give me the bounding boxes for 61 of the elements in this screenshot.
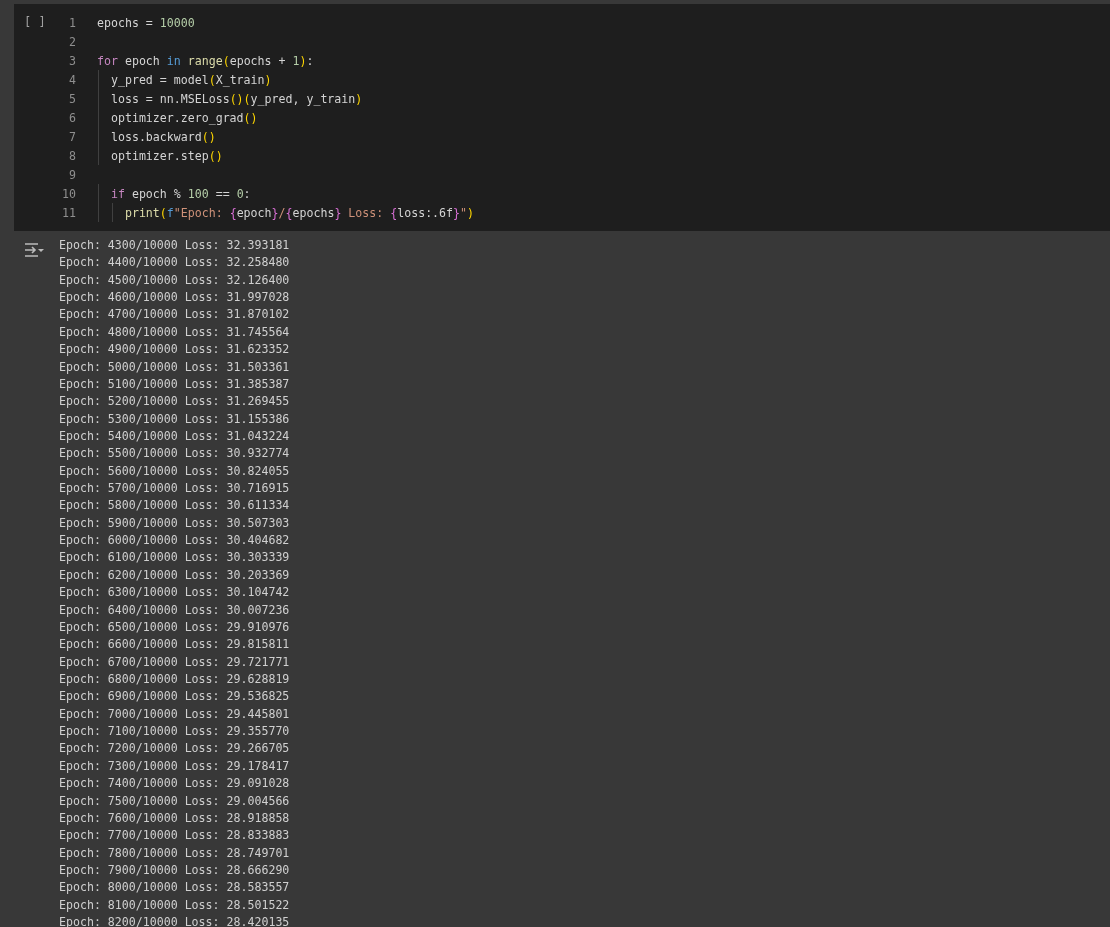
code-line: if epoch % 100 == 0: [109, 186, 251, 201]
output-line: Epoch: 5600/10000 Loss: 30.824055 [59, 462, 290, 480]
code-line: print(f"Epoch: {epoch}/{epochs} Loss: {loss:.6f}") [123, 205, 474, 220]
code-line: epochs = 10000 [97, 15, 195, 30]
line-number: 3 [68, 53, 76, 68]
output-line: Epoch: 7100/10000 Loss: 29.355770 [59, 723, 290, 741]
output-line: Epoch: 6800/10000 Loss: 29.628819 [59, 671, 290, 688]
line-number: 4 [68, 72, 76, 87]
output-line: Epoch: 8000/10000 Loss: 28.583557 [59, 879, 290, 897]
output-line: Epoch: 4800/10000 Loss: 31.745564 [59, 323, 290, 341]
code-line: for epoch in range(epochs + 1): [97, 53, 314, 68]
output-line: Epoch: 8100/10000 Loss: 28.501522 [59, 896, 290, 914]
line-number: 6 [68, 110, 76, 125]
output-line: Epoch: 5100/10000 Loss: 31.385387 [59, 375, 290, 393]
code-line: optimizer.step() [109, 148, 223, 163]
code-line: loss.backward() [109, 129, 216, 144]
output-line: Epoch: 7600/10000 Loss: 28.918858 [59, 809, 290, 827]
line-number: 7 [68, 129, 76, 144]
output-line: Epoch: 7900/10000 Loss: 28.666290 [59, 861, 290, 879]
output-line: Epoch: 4300/10000 Loss: 32.393181 [59, 237, 290, 254]
code-line: optimizer.zero_grad() [109, 110, 258, 125]
output-line: Epoch: 5400/10000 Loss: 31.043224 [59, 427, 290, 445]
code-line: loss = nn.MSELoss()(y_pred, y_train) [109, 91, 363, 106]
line-number: 9 [68, 167, 76, 182]
output-line: Epoch: 5300/10000 Loss: 31.155386 [59, 410, 290, 428]
output-line: Epoch: 6300/10000 Loss: 30.104742 [59, 584, 290, 602]
output-line: Epoch: 7700/10000 Loss: 28.833883 [59, 827, 290, 845]
line-number: 8 [68, 148, 76, 163]
output-line: Epoch: 7800/10000 Loss: 28.749701 [59, 844, 290, 862]
output-line: Epoch: 4500/10000 Loss: 32.126400 [59, 271, 290, 289]
output-line: Epoch: 7500/10000 Loss: 29.004566 [59, 792, 290, 810]
line-number: 2 [68, 34, 76, 49]
output-line: Epoch: 6200/10000 Loss: 30.203369 [59, 566, 290, 584]
output-line: Epoch: 6900/10000 Loss: 29.536825 [59, 688, 290, 706]
output-line: Epoch: 6400/10000 Loss: 30.007236 [59, 601, 290, 619]
output-line: Epoch: 6000/10000 Loss: 30.404682 [59, 532, 290, 550]
line-number: 10 [61, 186, 76, 201]
output-line: Epoch: 5000/10000 Loss: 31.503361 [59, 358, 290, 376]
output-line: Epoch: 5700/10000 Loss: 30.716915 [59, 480, 290, 498]
output-line: Epoch: 7000/10000 Loss: 29.445801 [59, 705, 290, 723]
output-options-icon[interactable] [23, 241, 45, 259]
line-number: 5 [68, 91, 76, 106]
output-line: Epoch: 5800/10000 Loss: 30.611334 [59, 497, 290, 515]
output-line: Epoch: 4700/10000 Loss: 31.870102 [59, 306, 290, 324]
output-line: Epoch: 7200/10000 Loss: 29.266705 [59, 740, 290, 758]
output-line: Epoch: 7300/10000 Loss: 29.178417 [59, 757, 290, 775]
output-line: Epoch: 4600/10000 Loss: 31.997028 [59, 289, 290, 307]
output-line: Epoch: 6500/10000 Loss: 29.910976 [59, 618, 290, 636]
output-line: Epoch: 7400/10000 Loss: 29.091028 [59, 775, 290, 793]
output-line: Epoch: 6600/10000 Loss: 29.815811 [59, 636, 290, 654]
line-number: 1 [68, 15, 76, 30]
output-line: Epoch: 4400/10000 Loss: 32.258480 [59, 254, 290, 272]
output-line: Epoch: 6700/10000 Loss: 29.721771 [59, 653, 290, 671]
output-line: Epoch: 5900/10000 Loss: 30.507303 [59, 514, 290, 532]
output-line: Epoch: 5200/10000 Loss: 31.269455 [59, 393, 290, 411]
output-line: Epoch: 4900/10000 Loss: 31.623352 [59, 341, 290, 359]
line-number: 11 [61, 205, 76, 220]
output-line: Epoch: 6100/10000 Loss: 30.303339 [59, 549, 290, 567]
run-cell-button[interactable]: [ ] [24, 15, 46, 29]
output-line: Epoch: 5500/10000 Loss: 30.932774 [59, 445, 290, 463]
code-line: y_pred = model(X_train) [109, 72, 272, 87]
